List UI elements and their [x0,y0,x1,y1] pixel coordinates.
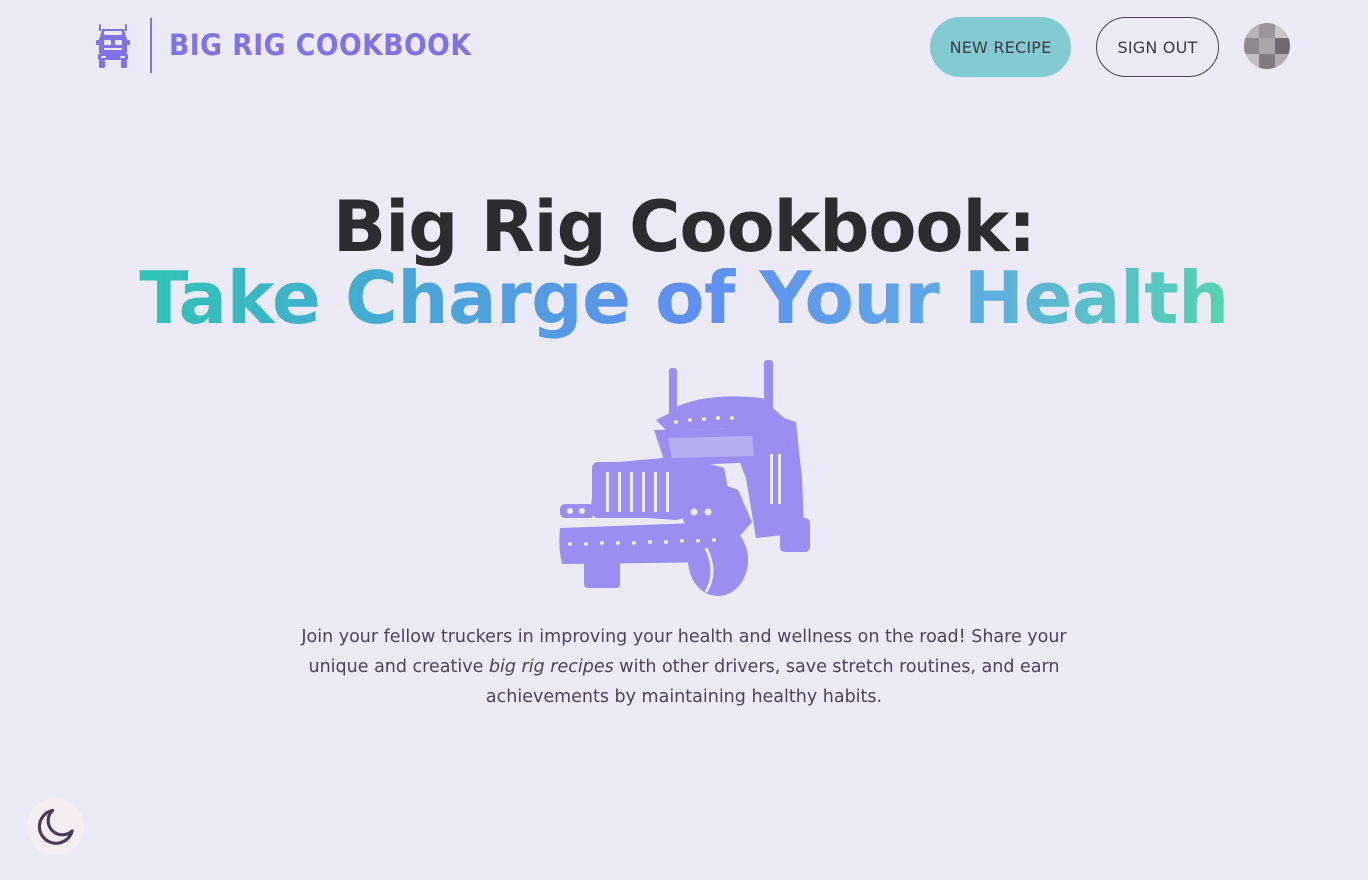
brand-logo-link[interactable]: BIG RIG COOKBOOK [96,18,498,73]
hero-section: Big Rig Cookbook: Take Charge of Your He… [0,180,1368,344]
brand-name: BIG RIG COOKBOOK [169,28,472,62]
semi-truck-icon [96,23,130,68]
brand-divider [150,18,152,73]
hero-title-line1: Big Rig Cookbook: [332,186,1036,268]
avatar[interactable] [1244,23,1290,69]
sign-out-button[interactable]: SIGN OUT [1096,17,1219,77]
semi-truck-illustration [559,360,810,596]
hero-description-emphasis: big rig recipes [488,657,614,677]
hero-title: Big Rig Cookbook: Take Charge of Your He… [0,180,1368,344]
new-recipe-button[interactable]: NEW RECIPE [930,17,1071,77]
hero-title-tagline: Take Charge of Your Health [139,262,1229,344]
theme-toggle-button[interactable] [27,798,84,855]
hero-description: Join your fellow truckers in improving y… [284,622,1084,712]
site-header: BIG RIG COOKBOOK NEW RECIPE SIGN OUT [0,0,1368,95]
moon-icon [37,808,74,845]
